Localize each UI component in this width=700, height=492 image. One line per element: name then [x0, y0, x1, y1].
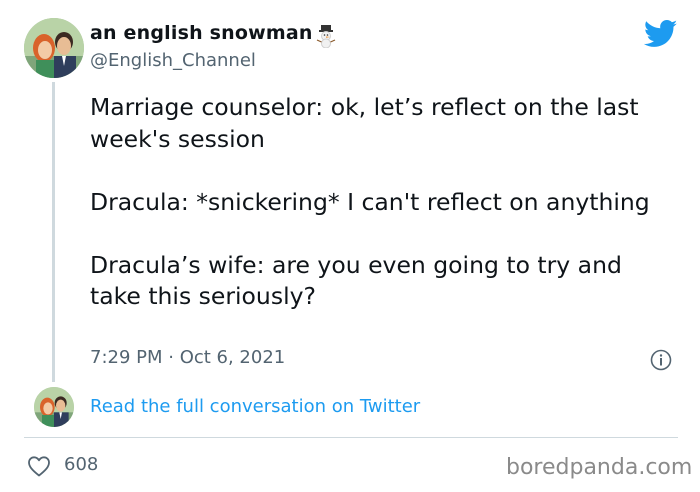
twitter-bird-icon[interactable] — [644, 20, 678, 48]
tweet-paragraph: Dracula: *snickering* I can't reflect on… — [90, 187, 650, 216]
tweet-paragraph: Dracula’s wife: are you even going to tr… — [90, 250, 622, 311]
author-handle[interactable]: @English_Channel — [90, 50, 256, 71]
thread-connector-line — [52, 82, 55, 382]
read-conversation-link[interactable]: Read the full conversation on Twitter — [90, 396, 420, 417]
snowman-icon — [316, 25, 336, 48]
author-display-name[interactable]: an english snowman — [90, 22, 313, 44]
like-count: 608 — [64, 454, 99, 475]
heart-icon[interactable] — [27, 455, 51, 477]
author-avatar[interactable] — [24, 18, 84, 78]
tweet-body: Marriage counselor: ok, let’s reflect on… — [90, 92, 680, 344]
avatar-illustration — [34, 387, 74, 427]
avatar-illustration — [24, 18, 84, 78]
tweet-paragraph: Marriage counselor: ok, let’s reflect on… — [90, 93, 639, 153]
info-icon[interactable] — [650, 349, 672, 371]
thread-avatar[interactable] — [34, 387, 74, 427]
divider — [24, 437, 678, 438]
tweet-timestamp[interactable]: 7:29 PM · Oct 6, 2021 — [90, 347, 285, 368]
source-watermark: boredpanda.com — [506, 455, 693, 480]
